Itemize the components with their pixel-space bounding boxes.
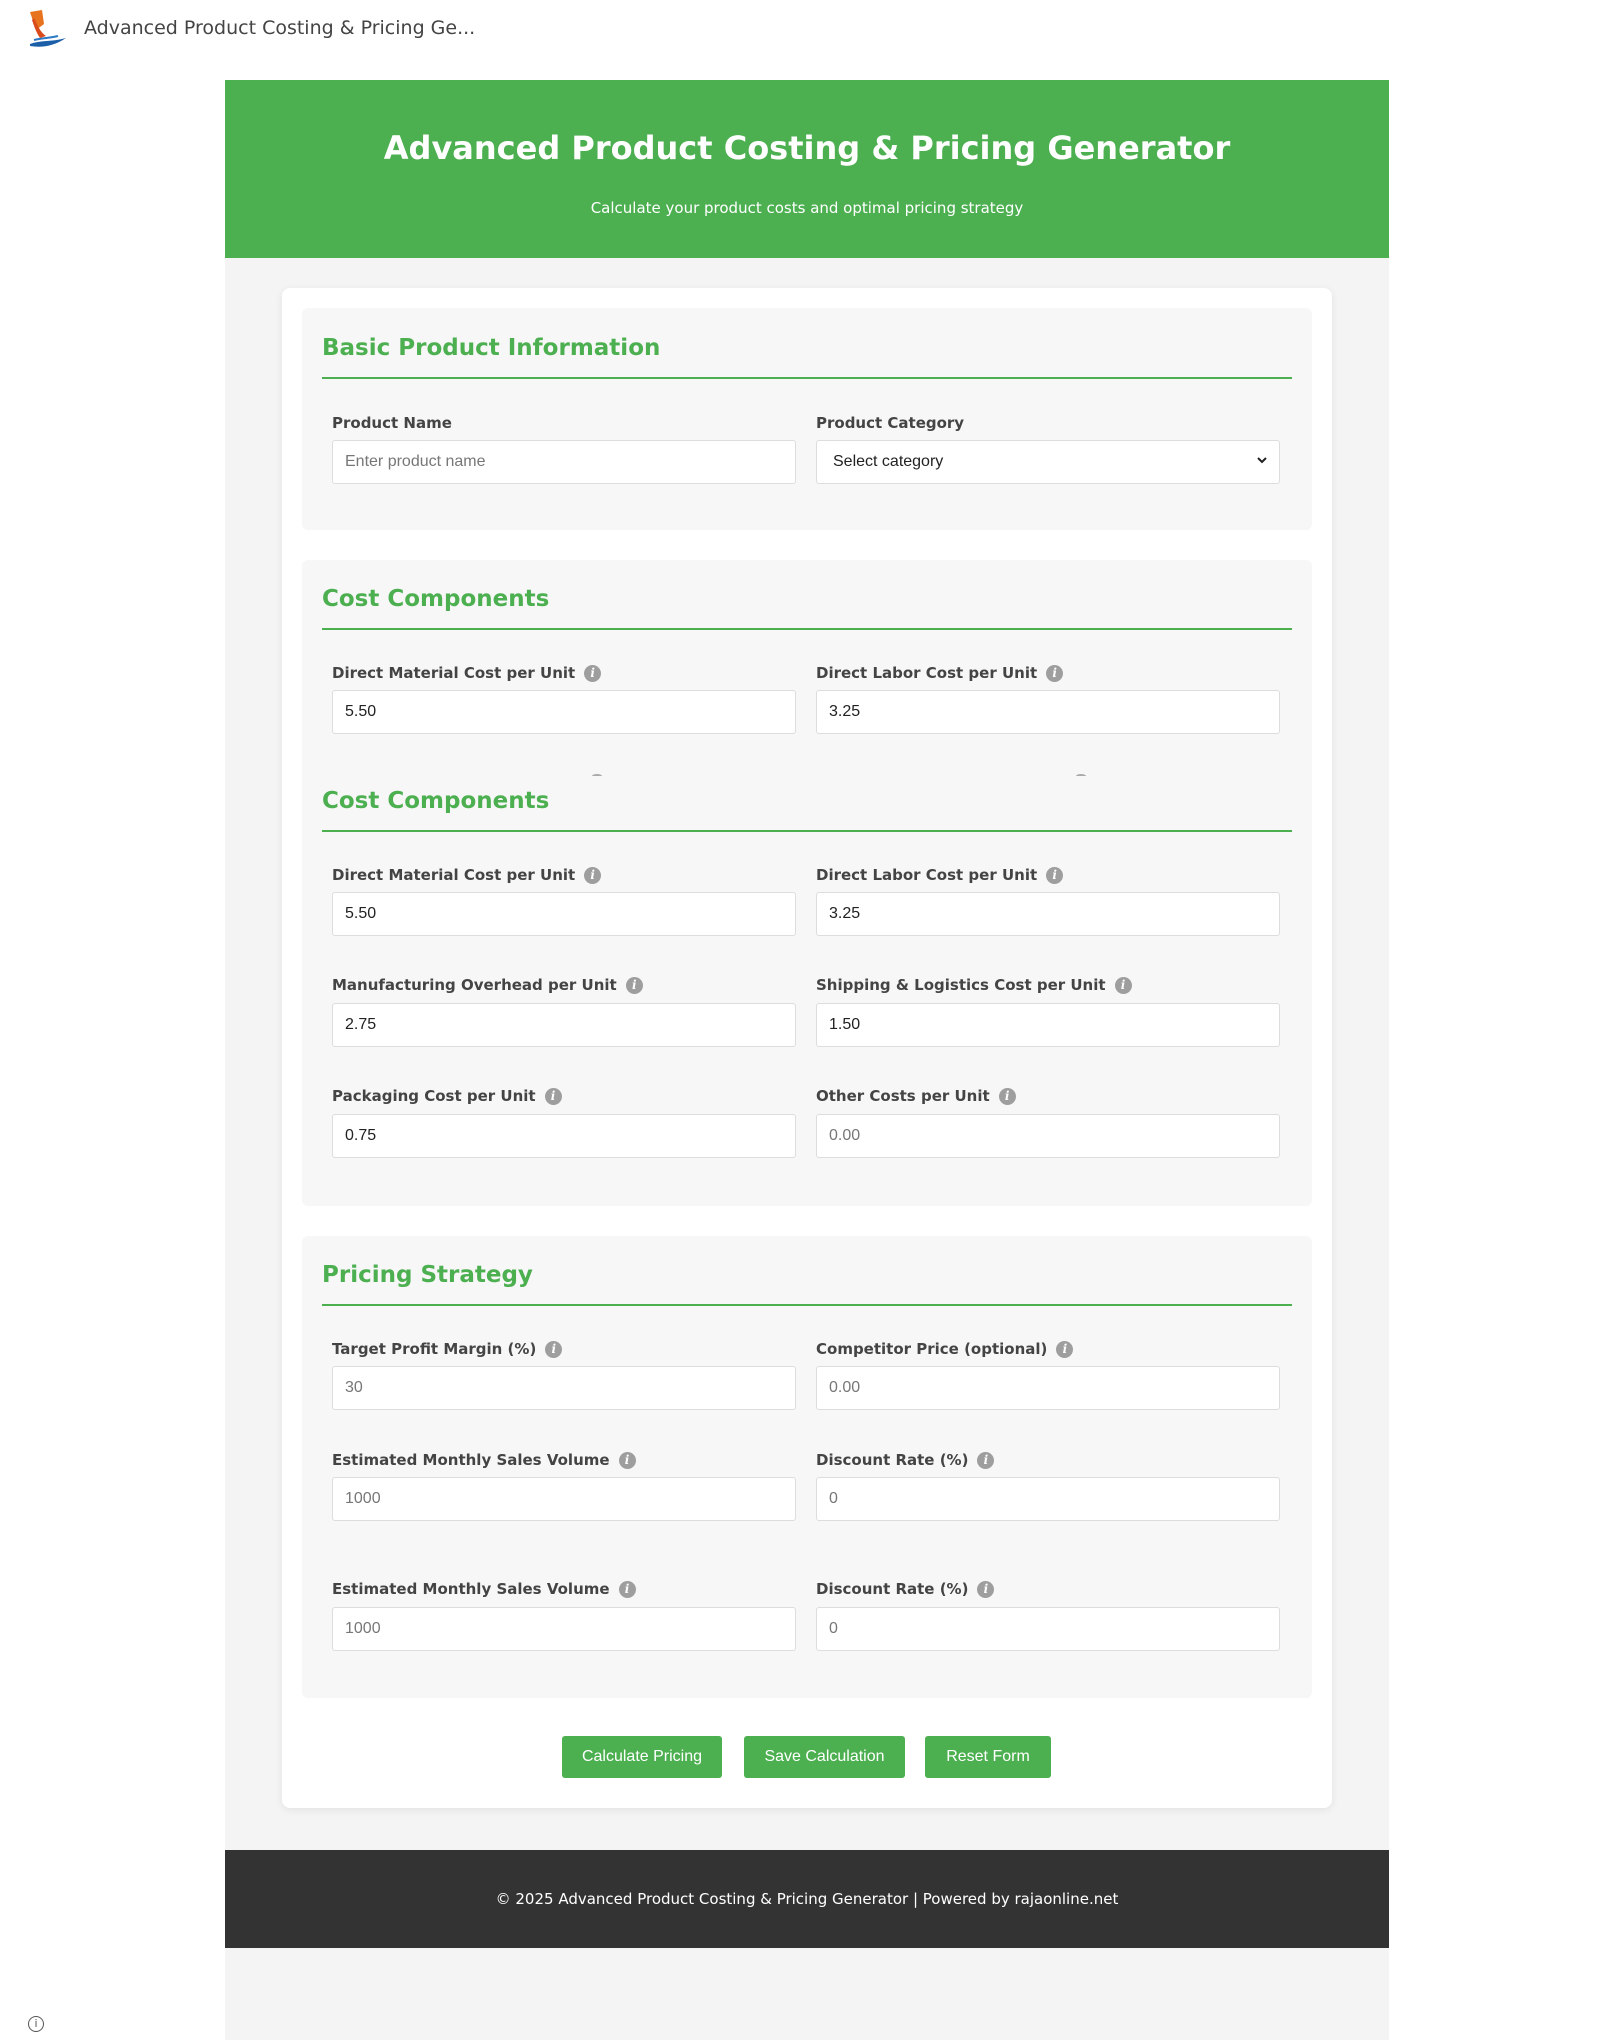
info-icon[interactable]: i xyxy=(584,665,602,682)
page-footer: © 2025 Advanced Product Costing & Pricin… xyxy=(225,1850,1389,1948)
section-divider xyxy=(322,830,1292,832)
labor-cost-label: Direct Labor Cost per Unit i xyxy=(816,866,1064,884)
shipping-cost-label: Shipping & Logistics Cost per Unit i xyxy=(816,976,1132,994)
info-icon[interactable]: i xyxy=(545,1341,563,1358)
discount-rate-input[interactable]: 0 xyxy=(816,1477,1280,1521)
sales-volume-input[interactable]: 1000 xyxy=(332,1607,796,1651)
profit-margin-label: Target Profit Margin (%) i xyxy=(332,1340,563,1358)
section-title: Cost Components xyxy=(322,788,550,814)
packaging-cost-label: Packaging Cost per Unit i xyxy=(332,1087,562,1105)
section-title: Cost Components xyxy=(322,586,550,612)
other-cost-input[interactable]: 0.00 xyxy=(816,1114,1280,1158)
site-logo-icon[interactable] xyxy=(26,8,70,52)
sales-volume-input[interactable]: 1000 xyxy=(332,1477,796,1521)
section-cost-components: Cost Components Direct Material Cost per… xyxy=(302,560,1312,1206)
section-pricing-strategy: Pricing Strategy Target Profit Margin (%… xyxy=(302,1236,1312,1698)
footer-text: © 2025 Advanced Product Costing & Pricin… xyxy=(495,1890,1119,1908)
info-icon[interactable]: i xyxy=(1046,665,1064,682)
section-divider xyxy=(322,1304,1292,1306)
save-calculation-button[interactable]: Save Calculation xyxy=(744,1736,905,1778)
section-divider xyxy=(322,377,1292,379)
category-selected-value: Select category xyxy=(833,453,944,470)
material-cost-label: Direct Material Cost per Unit i xyxy=(332,866,602,884)
sales-volume-label: Estimated Monthly Sales Volume i xyxy=(332,1580,636,1598)
discount-rate-label: Discount Rate (%) i xyxy=(816,1580,995,1598)
info-icon[interactable]: i xyxy=(1056,1341,1074,1358)
render-artifact xyxy=(592,774,602,778)
tab-title: Advanced Product Costing & Pricing Ge... xyxy=(84,17,476,39)
page-title: Advanced Product Costing & Pricing Gener… xyxy=(383,129,1231,167)
labor-cost-input[interactable]: 3.25 xyxy=(816,892,1280,936)
profit-margin-input[interactable]: 30 xyxy=(332,1366,796,1410)
info-icon[interactable]: i xyxy=(977,1581,995,1598)
info-icon[interactable]: i xyxy=(544,1088,562,1105)
material-cost-input[interactable]: 5.50 xyxy=(332,690,796,734)
info-icon[interactable]: i xyxy=(625,977,643,994)
hero-header: Advanced Product Costing & Pricing Gener… xyxy=(225,80,1389,258)
product-name-label: Product Name xyxy=(332,414,452,432)
product-category-select[interactable]: Select category xyxy=(816,440,1280,484)
competitor-price-label: Competitor Price (optional) i xyxy=(816,1340,1074,1358)
info-icon[interactable]: i xyxy=(977,1452,995,1469)
discount-rate-input[interactable]: 0 xyxy=(816,1607,1280,1651)
section-divider xyxy=(322,628,1292,630)
app-top-bar: Advanced Product Costing & Pricing Ge... xyxy=(0,0,1600,60)
section-title: Pricing Strategy xyxy=(322,1262,533,1288)
material-cost-label: Direct Material Cost per Unit i xyxy=(332,664,602,682)
labor-cost-input[interactable]: 3.25 xyxy=(816,690,1280,734)
overhead-cost-input[interactable]: 2.75 xyxy=(332,1003,796,1047)
other-cost-label: Other Costs per Unit i xyxy=(816,1087,1016,1105)
info-icon[interactable]: i xyxy=(584,867,602,884)
section-title: Basic Product Information xyxy=(322,335,661,361)
page-subtitle: Calculate your product costs and optimal… xyxy=(590,199,1024,217)
shipping-cost-input[interactable]: 1.50 xyxy=(816,1003,1280,1047)
calculator-card: Basic Product Information Product Name E… xyxy=(282,288,1332,1808)
page-shell: Advanced Product Costing & Pricing Gener… xyxy=(225,80,1389,2040)
product-name-input[interactable]: Enter product name xyxy=(332,440,796,484)
competitor-price-input[interactable]: 0.00 xyxy=(816,1366,1280,1410)
render-artifact xyxy=(1076,774,1086,778)
info-icon[interactable]: i xyxy=(1114,977,1132,994)
chevron-down-icon xyxy=(1257,457,1267,464)
info-icon[interactable]: i xyxy=(618,1452,636,1469)
packaging-cost-input[interactable]: 0.75 xyxy=(332,1114,796,1158)
sales-volume-label: Estimated Monthly Sales Volume i xyxy=(332,1451,636,1469)
section-basic-info: Basic Product Information Product Name E… xyxy=(302,308,1312,530)
info-icon[interactable]: i xyxy=(618,1581,636,1598)
material-cost-input[interactable]: 5.50 xyxy=(332,892,796,936)
reset-form-button[interactable]: Reset Form xyxy=(925,1736,1051,1778)
info-icon[interactable]: i xyxy=(998,1088,1016,1105)
labor-cost-label: Direct Labor Cost per Unit i xyxy=(816,664,1064,682)
discount-rate-label: Discount Rate (%) i xyxy=(816,1451,995,1469)
page-info-icon[interactable]: i xyxy=(28,2016,44,2032)
overhead-cost-label: Manufacturing Overhead per Unit i xyxy=(332,976,643,994)
info-icon[interactable]: i xyxy=(1046,867,1064,884)
calculate-pricing-button[interactable]: Calculate Pricing xyxy=(562,1736,722,1778)
product-category-label: Product Category xyxy=(816,414,965,432)
